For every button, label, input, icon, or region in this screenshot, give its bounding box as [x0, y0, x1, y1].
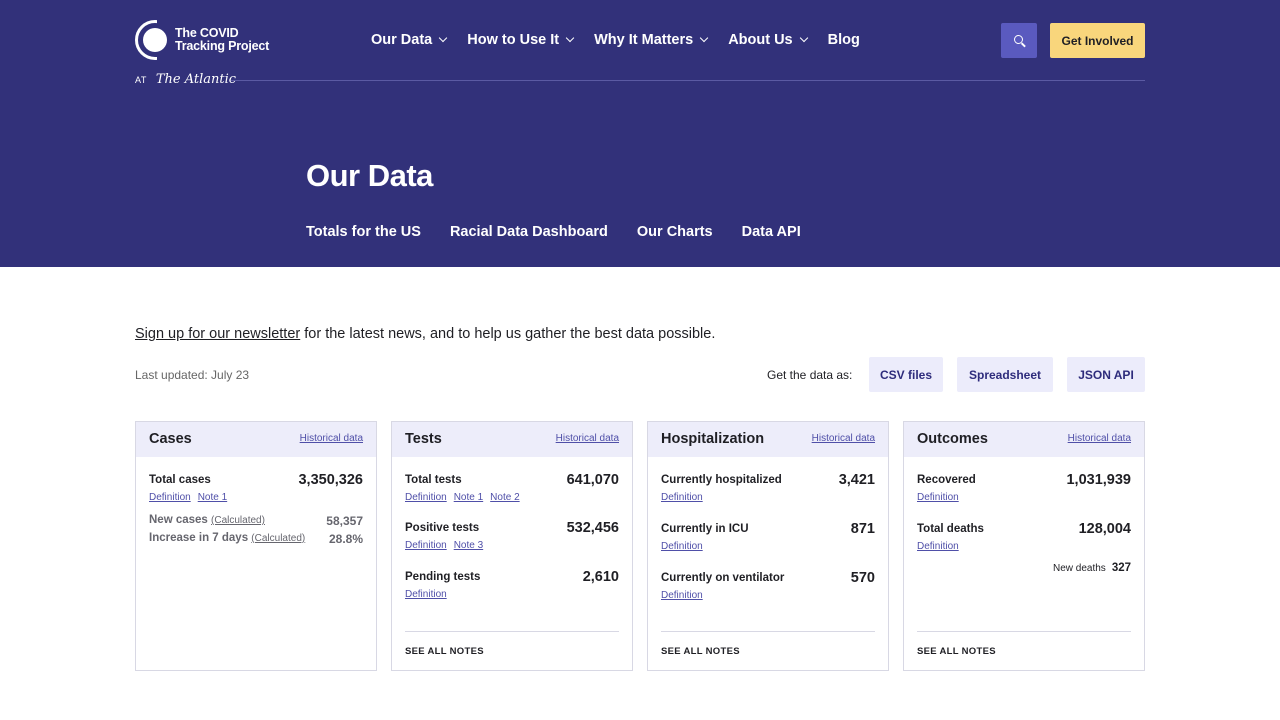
currently-in-icu-label: Currently in ICU	[661, 523, 749, 535]
newsletter-text: Sign up for our newsletter for the lates…	[135, 326, 716, 342]
total-cases-label: Total cases	[149, 474, 211, 486]
see-all-notes-link[interactable]: SEE ALL NOTES	[405, 631, 619, 657]
pending-tests-value: 2,610	[582, 569, 619, 585]
total-tests-label: Total tests	[405, 474, 462, 486]
card-header: Cases Historical data	[136, 422, 376, 457]
note-link[interactable]: Note 1	[198, 492, 227, 503]
new-cases-value: 58,357	[326, 514, 363, 528]
nav-item-about-us[interactable]: About Us	[728, 32, 808, 48]
card-header: Outcomes Historical data	[904, 422, 1144, 457]
pending-tests-label: Pending tests	[405, 571, 481, 583]
chevron-down-icon	[699, 33, 709, 43]
definition-link[interactable]: Definition	[661, 492, 703, 503]
tests-card: Tests Historical data Total tests 641,07…	[391, 421, 633, 671]
json-api-button[interactable]: JSON API	[1067, 357, 1145, 392]
search-button[interactable]	[1001, 23, 1037, 58]
chevron-down-icon	[565, 33, 575, 43]
definition-link[interactable]: Definition	[149, 492, 191, 503]
definition-link[interactable]: Definition	[917, 541, 959, 552]
chevron-down-icon	[799, 33, 808, 43]
increase-7-days-label: Increase in 7 days (Calculated)	[149, 532, 306, 544]
see-all-notes-link[interactable]: SEE ALL NOTES	[661, 631, 875, 657]
definition-link[interactable]: Definition	[661, 541, 703, 552]
get-data-label: Get the data as:	[767, 368, 853, 382]
definition-link[interactable]: Definition	[661, 590, 703, 601]
logo-icon	[135, 20, 169, 60]
card-title: Outcomes	[917, 431, 988, 447]
historical-data-link[interactable]: Historical data	[556, 433, 619, 444]
new-cases-label: New cases (Calculated)	[149, 514, 265, 526]
subnav-totals-us[interactable]: Totals for the US	[306, 224, 421, 240]
logo-text: The COVID Tracking Project	[175, 26, 270, 53]
note-link[interactable]: Note 3	[454, 540, 483, 551]
nav-item-why-it-matters[interactable]: Why It Matters	[594, 32, 709, 48]
partner-name[interactable]: The Atlantic	[156, 72, 236, 87]
main-nav: Our Data How to Use It Why It Matters Ab…	[371, 29, 881, 51]
card-header: Hospitalization Historical data	[648, 422, 888, 457]
positive-tests-value: 532,456	[566, 520, 619, 536]
historical-data-link[interactable]: Historical data	[300, 433, 363, 444]
nav-item-blog[interactable]: Blog	[828, 32, 860, 48]
definition-link[interactable]: Definition	[405, 589, 447, 600]
new-deaths-value: 327	[1111, 562, 1131, 574]
card-title: Cases	[149, 431, 192, 447]
last-updated: Last updated: July 23	[135, 368, 250, 382]
subnav-racial-data-dashboard[interactable]: Racial Data Dashboard	[450, 224, 608, 240]
nav-item-how-to-use-it[interactable]: How to Use It	[467, 32, 575, 48]
note-link[interactable]: Note 1	[454, 492, 483, 503]
currently-hospitalized-value: 3,421	[838, 472, 875, 488]
note-link[interactable]: Note 2	[490, 492, 519, 503]
currently-in-icu-value: 871	[850, 521, 875, 537]
new-deaths-label: New deaths	[1053, 563, 1106, 574]
total-deaths-value: 128,004	[1078, 521, 1131, 537]
partner-at: AT	[135, 74, 147, 85]
csv-files-button[interactable]: CSV files	[869, 357, 943, 392]
hero-banner: The COVID Tracking Project AT The Atlant…	[0, 0, 1280, 267]
historical-data-link[interactable]: Historical data	[812, 433, 875, 444]
currently-on-ventilator-label: Currently on ventilator	[661, 572, 785, 584]
total-tests-value: 641,070	[566, 472, 619, 488]
hospitalization-card: Hospitalization Historical data Currentl…	[647, 421, 889, 671]
partner-line: AT The Atlantic	[135, 72, 236, 87]
increase-7-days-value: 28.8%	[328, 532, 363, 546]
subnav-data-api[interactable]: Data API	[742, 224, 801, 240]
header-divider	[231, 80, 1145, 81]
total-cases-value: 3,350,326	[298, 472, 363, 488]
card-title: Tests	[405, 431, 442, 447]
see-all-notes-link[interactable]: SEE ALL NOTES	[917, 631, 1131, 657]
calculated-link[interactable]: (Calculated)	[211, 515, 265, 526]
calculated-link[interactable]: (Calculated)	[251, 533, 305, 544]
definition-link[interactable]: Definition	[405, 540, 447, 551]
recovered-label: Recovered	[917, 474, 976, 486]
subnav-our-charts[interactable]: Our Charts	[637, 224, 713, 240]
spreadsheet-button[interactable]: Spreadsheet	[957, 357, 1053, 392]
chevron-down-icon	[439, 33, 448, 43]
cases-card: Cases Historical data Total cases 3,350,…	[135, 421, 377, 671]
newsletter-link[interactable]: Sign up for our newsletter	[135, 326, 300, 342]
nav-item-our-data[interactable]: Our Data	[371, 32, 448, 48]
new-deaths: New deaths 327	[1053, 562, 1131, 574]
positive-tests-label: Positive tests	[405, 522, 480, 534]
currently-on-ventilator-value: 570	[850, 570, 875, 586]
get-involved-button[interactable]: Get Involved	[1050, 23, 1145, 58]
outcomes-card: Outcomes Historical data Recovered 1,031…	[903, 421, 1145, 671]
card-title: Hospitalization	[661, 431, 765, 447]
historical-data-link[interactable]: Historical data	[1068, 433, 1131, 444]
card-header: Tests Historical data	[392, 422, 632, 457]
definition-link[interactable]: Definition	[405, 492, 447, 503]
total-deaths-label: Total deaths	[917, 523, 984, 535]
search-icon	[1013, 35, 1023, 44]
site-logo[interactable]: The COVID Tracking Project	[135, 20, 269, 60]
page-title: Our Data	[306, 158, 433, 193]
currently-hospitalized-label: Currently hospitalized	[661, 474, 782, 486]
sub-nav: Totals for the US Racial Data Dashboard …	[306, 224, 830, 240]
recovered-value: 1,031,939	[1066, 472, 1131, 488]
definition-link[interactable]: Definition	[917, 492, 959, 503]
